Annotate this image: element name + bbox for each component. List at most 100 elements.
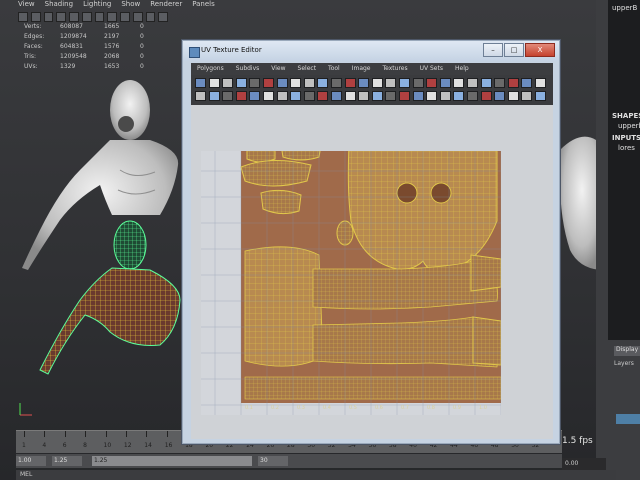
command-line[interactable]: MEL: [16, 470, 616, 480]
uv-tool-icon[interactable]: [412, 78, 424, 88]
uv-shell-torso[interactable]: [244, 246, 324, 367]
uv-tool-icon[interactable]: [303, 78, 315, 88]
uv-tool-icon[interactable]: [331, 78, 342, 88]
uv-tool-icon[interactable]: [263, 78, 274, 88]
uv-tool-icon[interactable]: [222, 78, 234, 88]
uv-tool-icon[interactable]: [535, 78, 546, 88]
uv-tool-icon[interactable]: [195, 78, 206, 88]
uv-tool-icon[interactable]: [276, 91, 288, 101]
layers-menu[interactable]: Layers: [614, 360, 634, 367]
shape-name[interactable]: upperb: [618, 122, 640, 131]
uv-tool-icon[interactable]: [235, 91, 247, 101]
wireframe-model[interactable]: [39, 220, 181, 375]
object-name[interactable]: upperB: [612, 4, 637, 13]
uv-tool-icon[interactable]: [344, 78, 356, 88]
input-name[interactable]: lores: [618, 144, 635, 153]
menu-polygons[interactable]: Polygons: [191, 63, 230, 75]
uv-shell-hand[interactable]: [470, 254, 501, 292]
uv-tool-icon[interactable]: [399, 91, 410, 101]
uv-grid[interactable]: 0.1 0.2 0.3 0.4 0.5 0.6 0.7 0.8 0.9 1.0: [201, 151, 501, 415]
uv-tool-icon[interactable]: [521, 78, 533, 88]
uv-tool-icon[interactable]: [494, 91, 506, 101]
uv-tool-icon[interactable]: [521, 91, 533, 101]
uv-shell[interactable]: [281, 151, 321, 161]
maximize-button[interactable]: □: [504, 43, 524, 57]
menu-select[interactable]: Select: [292, 63, 323, 75]
uv-tool-icon[interactable]: [480, 78, 492, 88]
uv-tool-icon[interactable]: [535, 91, 546, 101]
minimize-button[interactable]: –: [483, 43, 503, 57]
uv-tool-icon[interactable]: [290, 78, 302, 88]
uv-tool-icon[interactable]: [480, 91, 492, 101]
uv-shell-strip[interactable]: [244, 376, 501, 400]
menu-uv-sets[interactable]: UV Sets: [414, 63, 449, 75]
menu-view[interactable]: View: [265, 63, 291, 75]
end-time-field[interactable]: 30: [258, 456, 288, 466]
current-frame-field[interactable]: 0.00: [562, 458, 606, 470]
uv-tool-icon[interactable]: [303, 91, 315, 101]
uv-shell-face[interactable]: [347, 151, 498, 273]
display-tab[interactable]: Display: [614, 346, 640, 356]
uv-tool-icon[interactable]: [371, 91, 383, 101]
uv-tool-icon[interactable]: [426, 78, 438, 88]
uv-tool-icon[interactable]: [507, 78, 519, 88]
timeline-tick-label: 6: [62, 442, 67, 449]
uv-tool-icon[interactable]: [494, 78, 506, 88]
uv-tool-icon[interactable]: [453, 78, 465, 88]
uv-tool-icon[interactable]: [467, 78, 478, 88]
uv-viewport[interactable]: 0.1 0.2 0.3 0.4 0.5 0.6 0.7 0.8 0.9 1.0: [191, 105, 553, 439]
uv-tool-icon[interactable]: [263, 91, 274, 101]
uv-tool-icon[interactable]: [371, 78, 383, 88]
uv-tool-icon[interactable]: [385, 78, 397, 88]
uv-tool-icon[interactable]: [439, 78, 451, 88]
uv-tool-icon[interactable]: [344, 91, 356, 101]
uv-tool-icon[interactable]: [317, 78, 329, 88]
timeline-tick: [105, 431, 107, 437]
uv-tool-icon[interactable]: [426, 91, 438, 101]
uv-shell-hand[interactable]: [472, 316, 501, 366]
menu-textures[interactable]: Textures: [377, 63, 414, 75]
window-titlebar[interactable]: UV Texture Editor – □ X: [183, 41, 559, 61]
menu-subdivs[interactable]: Subdivs: [230, 63, 266, 75]
menu-image[interactable]: Image: [346, 63, 377, 75]
uv-shell[interactable]: [240, 159, 312, 187]
close-button[interactable]: X: [525, 43, 555, 57]
window-controls: – □ X: [482, 43, 555, 57]
uv-grid-label: 0.8: [427, 405, 435, 411]
timeline-tick: [146, 431, 148, 437]
uv-tool-icon[interactable]: [358, 78, 370, 88]
start-time-field[interactable]: 1.00: [16, 456, 46, 466]
uv-menubar: Polygons Subdivs View Select Tool Image …: [191, 63, 553, 75]
range-slider[interactable]: 1.00 1.25 1.25 30: [16, 454, 562, 468]
sculpt-model[interactable]: [22, 80, 179, 270]
timeline-tick-label: 16: [164, 442, 173, 449]
timeline-tick-label: 1: [22, 442, 26, 449]
uv-tool-icon[interactable]: [317, 91, 329, 101]
playback-start-field[interactable]: 1.25: [52, 456, 82, 466]
uv-tool-icon[interactable]: [507, 91, 519, 101]
uv-tool-icon[interactable]: [439, 91, 451, 101]
range-bar[interactable]: 1.25: [92, 456, 252, 466]
uv-tool-icon[interactable]: [358, 91, 370, 101]
uv-tool-icon[interactable]: [235, 78, 247, 88]
uv-tool-icon[interactable]: [290, 91, 302, 101]
uv-tool-icon[interactable]: [208, 91, 220, 101]
uv-tool-icon[interactable]: [195, 91, 206, 101]
uv-tool-icon[interactable]: [208, 78, 220, 88]
layer-selected[interactable]: [616, 414, 640, 424]
uv-tool-icon[interactable]: [249, 78, 261, 88]
uv-tool-icon[interactable]: [467, 91, 478, 101]
menu-help[interactable]: Help: [449, 63, 475, 75]
uv-tool-icon[interactable]: [399, 78, 410, 88]
uv-tool-icon[interactable]: [222, 91, 234, 101]
uv-tool-icon[interactable]: [249, 91, 261, 101]
uv-shell-arm[interactable]: [312, 316, 498, 368]
uv-layout[interactable]: 0.1 0.2 0.3 0.4 0.5 0.6 0.7 0.8 0.9 1.0: [201, 151, 501, 415]
uv-grid-label: 0.1: [245, 405, 253, 411]
uv-tool-icon[interactable]: [331, 91, 342, 101]
uv-tool-icon[interactable]: [412, 91, 424, 101]
uv-tool-icon[interactable]: [453, 91, 465, 101]
uv-tool-icon[interactable]: [385, 91, 397, 101]
uv-tool-icon[interactable]: [276, 78, 288, 88]
menu-tool[interactable]: Tool: [322, 63, 346, 75]
